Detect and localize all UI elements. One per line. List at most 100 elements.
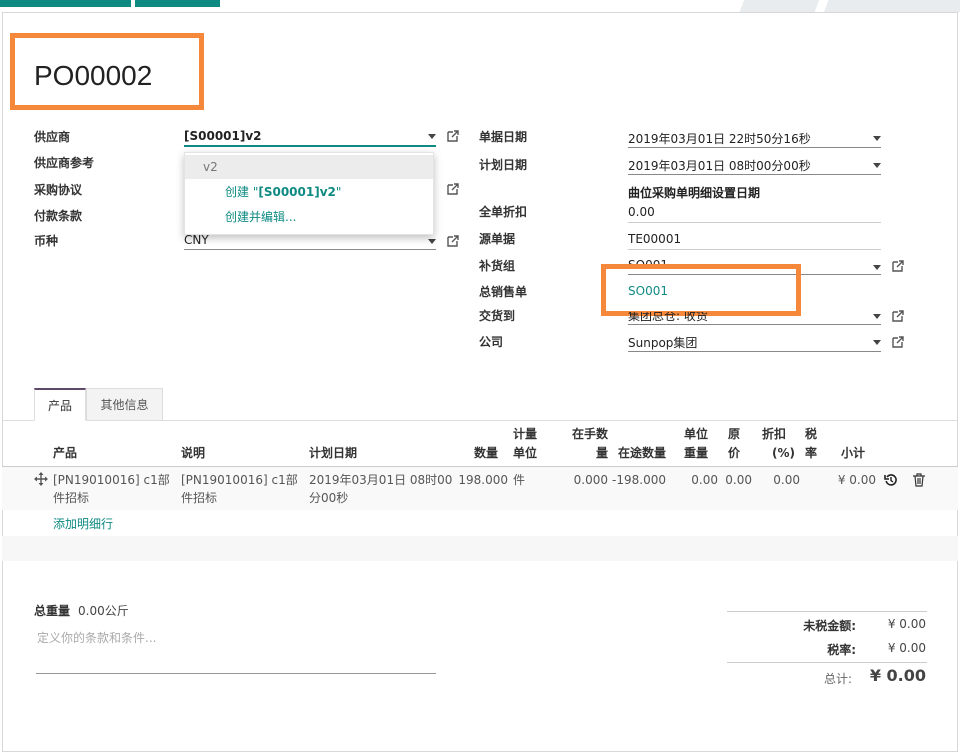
col-price-line1[interactable]: 原 [728, 425, 740, 444]
col-onhand-line1[interactable]: 在手数 [560, 425, 608, 444]
dropdown-item-search[interactable]: v2 [185, 155, 433, 179]
cell-price: 0.00 [725, 473, 752, 487]
sale-order-label: 总销售单 [479, 285, 528, 299]
table-empty-row [2, 536, 958, 561]
vendor-label: 供应商 [34, 130, 71, 144]
col-unit-weight-line2[interactable]: 重量 [672, 444, 708, 463]
cell-discount: 0.00 [773, 473, 800, 487]
highlight-box-sale-order [601, 264, 801, 316]
untaxed-value: ¥ 0.00 [887, 617, 926, 631]
company-dropdown-icon[interactable] [873, 340, 881, 345]
dropdown-item-create[interactable]: 创建 "[S00001]v2" [185, 180, 433, 204]
col-unit-weight-line1[interactable]: 单位 [672, 425, 708, 444]
currency-external-link-icon[interactable] [446, 234, 460, 248]
cell-product-line2: 件招标 [53, 491, 90, 505]
deliver-to-input[interactable]: 集团总仓: 收货 [628, 312, 708, 323]
order-date-dropdown-icon[interactable] [873, 136, 881, 141]
planned-date-dropdown-icon[interactable] [873, 163, 881, 168]
drag-handle-icon[interactable] [34, 472, 48, 486]
status-bar [730, 0, 960, 12]
tab-products[interactable]: 产品 [34, 388, 86, 421]
vendor-dropdown-icon[interactable] [428, 134, 436, 139]
save-button[interactable] [0, 0, 131, 7]
vendor-input[interactable]: [S00001]v2 [184, 129, 262, 143]
order-date-input[interactable]: 2019年03月01日 22时50分16秒 [628, 130, 811, 147]
create-prefix: 创建 " [225, 185, 259, 199]
tab-other-info[interactable]: 其他信息 [86, 388, 163, 421]
col-discount-line1[interactable]: 折扣 [762, 425, 786, 444]
col-discount-line2[interactable]: (%) [772, 444, 795, 463]
discount-underline [628, 222, 881, 223]
cell-planned-line2: 分00秒 [309, 491, 349, 505]
group-external-link-icon[interactable] [891, 259, 905, 273]
agreement-label: 采购协议 [34, 183, 83, 197]
tax-value: ¥ 0.00 [887, 641, 926, 655]
col-subtotal[interactable]: 小计 [841, 444, 865, 463]
discard-button[interactable] [135, 0, 220, 7]
cell-transit: -198.000 [612, 473, 666, 487]
planned-date-underline [628, 174, 881, 175]
agreement-external-link-icon[interactable] [446, 182, 460, 196]
highlight-box-title [10, 33, 204, 110]
currency-input[interactable]: CNY [184, 233, 209, 247]
order-date-underline [628, 147, 881, 148]
trash-icon[interactable] [912, 473, 926, 487]
history-icon[interactable] [884, 473, 898, 487]
col-tax-line1[interactable]: 税 [805, 425, 817, 444]
origin-input[interactable]: TE00001 [628, 232, 681, 246]
discount-input[interactable]: 0.00 [628, 205, 655, 219]
top-toolbar [0, 0, 960, 12]
company-external-link-icon[interactable] [891, 335, 905, 349]
cell-subtotal: ¥ 0.00 [837, 473, 876, 487]
origin-underline [628, 249, 881, 250]
create-name: [S00001]v2 [258, 185, 336, 199]
currency-label: 币种 [34, 234, 59, 248]
col-product[interactable]: 产品 [53, 444, 77, 463]
total-weight-value: 0.00公斤 [78, 604, 129, 618]
tax-label: 税率: [827, 643, 856, 657]
deliver-to-dropdown-icon[interactable] [873, 314, 881, 319]
cell-qty: 198.000 [458, 473, 508, 487]
untaxed-label: 未税金额: [803, 619, 856, 633]
deliver-to-external-link-icon[interactable] [891, 309, 905, 323]
col-planned-date[interactable]: 计划日期 [309, 444, 357, 463]
currency-dropdown-icon[interactable] [428, 239, 436, 244]
total-label: 总计: [823, 672, 852, 686]
vendor-external-link-icon[interactable] [446, 129, 460, 143]
cell-unit-weight: 0.00 [691, 473, 718, 487]
vendor-autocomplete-dropdown: v2 创建 "[S00001]v2" 创建并编辑... [184, 152, 434, 235]
company-underline [628, 351, 881, 352]
dropdown-item-create-edit[interactable]: 创建并编辑... [185, 205, 433, 229]
col-uom-line1[interactable]: 计量 [513, 425, 537, 444]
origin-label: 源单据 [479, 232, 516, 246]
col-transit[interactable]: 在途数量 [610, 444, 666, 463]
add-line-link[interactable]: 添加明细行 [53, 515, 113, 532]
cell-description-line1: [PN19010016] c1部 [181, 473, 298, 487]
terms-underline [36, 673, 436, 674]
terms-input[interactable]: 定义你的条款和条件... [37, 629, 156, 646]
deliver-to-underline [628, 324, 881, 325]
vendor-ref-label: 供应商参考 [34, 156, 95, 170]
cell-uom: 件 [513, 473, 526, 487]
total-value: ¥ 0.00 [869, 666, 926, 685]
col-uom-line2[interactable]: 单位 [513, 444, 537, 463]
discount-label: 全单折扣 [479, 205, 528, 219]
col-description[interactable]: 说明 [181, 444, 205, 463]
vendor-underline [184, 145, 436, 147]
col-onhand-line2[interactable]: 量 [560, 444, 608, 463]
planned-date-label: 计划日期 [479, 158, 528, 172]
planned-date-note: 曲位采购单明细设置日期 [628, 186, 761, 200]
cell-planned-line1: 2019年03月01日 08时00 [309, 473, 453, 487]
col-qty[interactable]: 数量 [460, 444, 498, 463]
col-tax-line2[interactable]: 率 [805, 444, 817, 463]
planned-date-input[interactable]: 2019年03月01日 08时00分00秒 [628, 157, 811, 174]
totals-top-line [727, 611, 927, 612]
payment-terms-label: 付款条款 [34, 209, 83, 223]
order-date-label: 单据日期 [479, 130, 528, 144]
group-dropdown-icon[interactable] [873, 265, 881, 270]
group-label: 补货组 [479, 259, 516, 273]
currency-underline [184, 249, 436, 250]
create-suffix: " [335, 185, 342, 199]
col-price-line2[interactable]: 价 [728, 444, 740, 463]
company-input[interactable]: Sunpop集团 [628, 334, 697, 351]
